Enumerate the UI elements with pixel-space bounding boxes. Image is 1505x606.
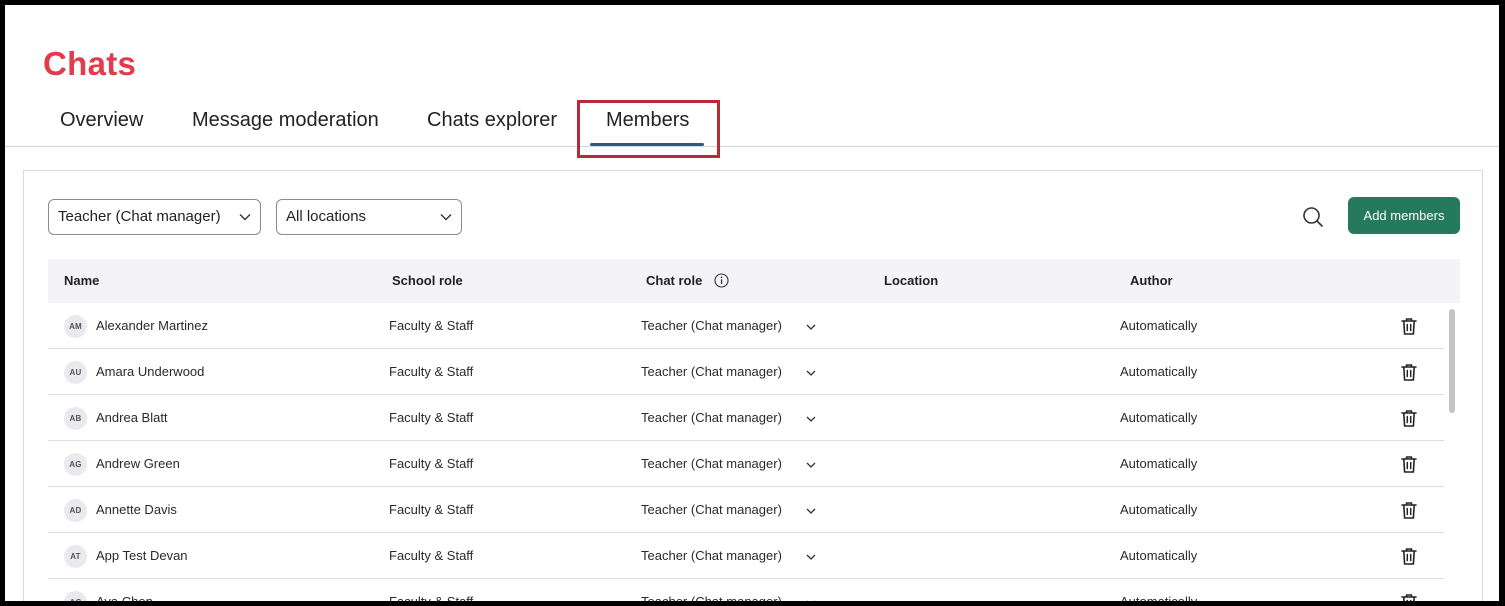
location-filter-select[interactable]: All locations (276, 199, 462, 235)
member-name: Alexander Martinez (96, 318, 208, 333)
table-row: AM Alexander Martinez Faculty & Staff Te… (48, 303, 1444, 349)
author: Automatically (1120, 502, 1198, 517)
author: Automatically (1120, 364, 1198, 379)
table-row: AT App Test Devan Faculty & Staff Teache… (48, 533, 1444, 579)
member-name: Annette Davis (96, 502, 177, 517)
table-row: AB Andrea Blatt Faculty & Staff Teacher … (48, 395, 1444, 441)
trash-icon[interactable] (1399, 316, 1419, 336)
trash-icon[interactable] (1399, 592, 1419, 601)
member-name: Amara Underwood (96, 364, 205, 379)
column-header-author[interactable]: Author (1130, 259, 1173, 303)
chat-role-select[interactable]: Teacher (Chat manager) (641, 533, 782, 579)
tab-overview[interactable]: Overview (60, 109, 143, 132)
chevron-down-icon[interactable] (805, 366, 817, 378)
chevron-down-icon (238, 200, 252, 234)
author: Automatically (1120, 318, 1198, 333)
avatar: AG (64, 453, 87, 476)
chevron-down-icon[interactable] (805, 596, 817, 601)
tab-chats-explorer[interactable]: Chats explorer (427, 109, 557, 132)
member-name: Ava Chen (96, 579, 153, 601)
chat-role-select[interactable]: Teacher (Chat manager) (641, 441, 782, 487)
school-role: Faculty & Staff (389, 502, 474, 517)
avatar: AB (64, 407, 87, 430)
author: Automatically (1120, 456, 1198, 471)
column-header-school-role[interactable]: School role (392, 259, 463, 303)
author: Automatically (1120, 548, 1198, 563)
author: Automatically (1120, 410, 1198, 425)
chat-role-filter-value: Teacher (Chat manager) (58, 208, 221, 225)
scrollbar-thumb[interactable] (1449, 309, 1455, 413)
member-name: App Test Devan (96, 548, 188, 563)
chat-role-select[interactable]: Teacher (Chat manager) (641, 487, 782, 533)
school-role: Faculty & Staff (389, 456, 474, 471)
members-tab-highlight-box (577, 100, 720, 158)
member-name: Andrew Green (96, 456, 180, 471)
trash-icon[interactable] (1399, 408, 1419, 428)
table-row: AU Amara Underwood Faculty & Staff Teach… (48, 349, 1444, 395)
author: Automatically (1120, 579, 1197, 601)
trash-icon[interactable] (1399, 500, 1419, 520)
tab-bar: Overview Message moderation Chats explor… (5, 97, 1499, 147)
chat-role-filter-select[interactable]: Teacher (Chat manager) (48, 199, 261, 235)
trash-icon[interactable] (1399, 454, 1419, 474)
chat-role-select[interactable]: Teacher (Chat manager) (641, 579, 782, 601)
trash-icon[interactable] (1399, 546, 1419, 566)
avatar: AC (64, 591, 87, 601)
avatar: AT (64, 545, 87, 568)
trash-icon[interactable] (1399, 362, 1419, 382)
school-role: Faculty & Staff (389, 548, 474, 563)
chevron-down-icon[interactable] (805, 504, 817, 516)
column-header-name[interactable]: Name (64, 259, 99, 303)
avatar: AM (64, 315, 87, 338)
avatar: AD (64, 499, 87, 522)
member-name: Andrea Blatt (96, 410, 168, 425)
chevron-down-icon[interactable] (805, 412, 817, 424)
members-panel: Teacher (Chat manager) All locations Add… (23, 170, 1483, 601)
page-title: Chats (43, 45, 137, 82)
chat-role-select[interactable]: Teacher (Chat manager) (641, 395, 782, 441)
school-role: Faculty & Staff (389, 318, 474, 333)
table-row: AG Andrew Green Faculty & Staff Teacher … (48, 441, 1444, 487)
school-role: Faculty & Staff (389, 364, 474, 379)
table-row: AC Ava Chen Faculty & Staff Teacher (Cha… (48, 579, 1444, 601)
school-role: Faculty & Staff (389, 410, 474, 425)
tab-message-moderation[interactable]: Message moderation (192, 109, 379, 132)
chevron-down-icon[interactable] (805, 550, 817, 562)
members-table-body: AM Alexander Martinez Faculty & Staff Te… (48, 303, 1444, 601)
vertical-scrollbar[interactable] (1444, 303, 1460, 601)
location-filter-value: All locations (286, 208, 367, 225)
table-row: AD Annette Davis Faculty & Staff Teacher… (48, 487, 1444, 533)
chat-role-select[interactable]: Teacher (Chat manager) (641, 349, 782, 395)
chat-role-select[interactable]: Teacher (Chat manager) (641, 303, 782, 349)
avatar: AU (64, 361, 87, 384)
chevron-down-icon[interactable] (805, 458, 817, 470)
add-members-button[interactable]: Add members (1348, 197, 1460, 234)
school-role: Faculty & Staff (389, 579, 473, 601)
column-header-location[interactable]: Location (884, 259, 938, 303)
column-header-chat-role[interactable]: Chat role (646, 259, 702, 303)
table-header: Name School role Chat role Location Auth… (48, 259, 1460, 303)
chevron-down-icon[interactable] (805, 320, 817, 332)
info-icon[interactable] (714, 273, 729, 288)
app-window: Chats Overview Message moderation Chats … (5, 5, 1499, 601)
search-icon[interactable] (1301, 205, 1327, 231)
chevron-down-icon (439, 200, 453, 234)
